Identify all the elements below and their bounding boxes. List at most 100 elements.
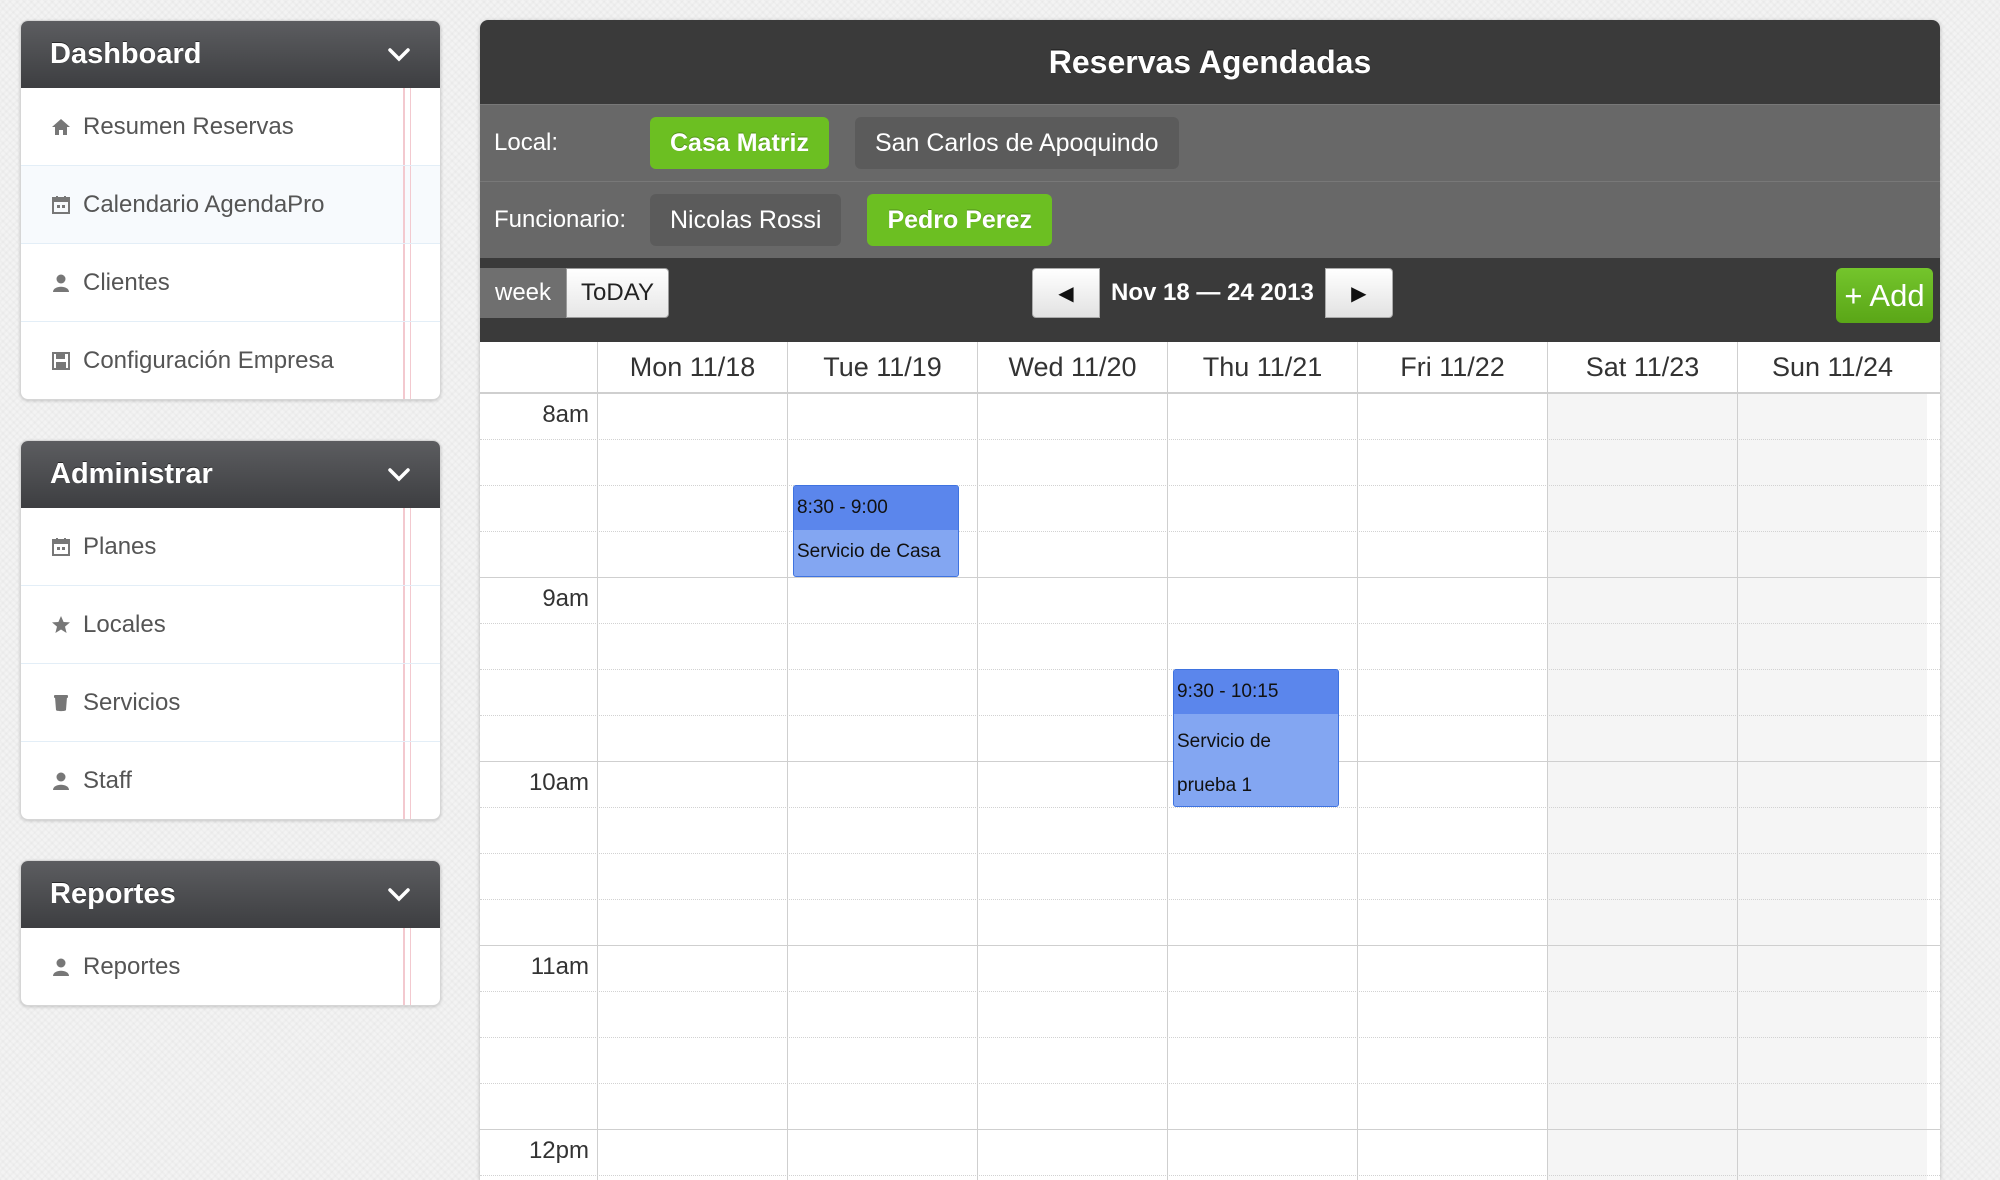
- date-range-label: Nov 18 — 24 2013: [1111, 279, 1314, 306]
- day-column[interactable]: [1737, 393, 1927, 1180]
- sidebar-item-label: Staff: [83, 766, 132, 794]
- slot-line: [480, 1129, 1940, 1130]
- view-switch: week ToDAY: [480, 268, 669, 318]
- local-filter: Local: Casa Matriz San Carlos de Apoquind…: [480, 104, 1940, 181]
- slot-line: [480, 1083, 1940, 1084]
- slot-line: [480, 577, 1940, 578]
- hour-label: 8am: [542, 401, 589, 428]
- day-header: Mon 11/18: [598, 342, 788, 392]
- funcionario-option-nicolas-rossi[interactable]: Nicolas Rossi: [650, 194, 842, 246]
- slot-line: [480, 899, 1940, 900]
- star-icon: [51, 615, 71, 635]
- sidebar-item-locales[interactable]: Locales: [21, 586, 440, 664]
- user-icon: [51, 957, 71, 977]
- save-icon: [51, 351, 71, 371]
- chevron-down-icon[interactable]: [384, 460, 414, 490]
- sidebar-item-label: Servicios: [83, 688, 181, 716]
- chevron-down-icon[interactable]: [384, 40, 414, 70]
- day-column[interactable]: [597, 393, 787, 1180]
- sidebar-item-label: Reportes: [83, 952, 181, 980]
- calendar-title: Reservas Agendadas: [480, 20, 1940, 104]
- reservation-event[interactable]: 8:30 - 9:00 Servicio de Casa: [793, 485, 959, 577]
- slot-line: [480, 1175, 1940, 1176]
- event-time: 8:30 - 9:00: [794, 486, 958, 530]
- event-time: 9:30 - 10:15: [1174, 670, 1338, 714]
- dashboard-panel: Dashboard Resumen Reservas Calendario Age…: [20, 20, 441, 400]
- sidebar-item-label: Clientes: [83, 268, 170, 296]
- prev-week-button[interactable]: ◀: [1032, 268, 1100, 318]
- sidebar-item-clientes[interactable]: Clientes: [21, 244, 440, 322]
- reportes-panel-header[interactable]: Reportes: [21, 861, 440, 928]
- slot-line: [480, 623, 1940, 624]
- dashboard-panel-title: Dashboard: [50, 38, 202, 70]
- slot-line: [480, 807, 1940, 808]
- day-header: Thu 11/21: [1168, 342, 1358, 392]
- header-gutter: [480, 342, 598, 392]
- sidebar-item-planes[interactable]: Planes: [21, 508, 440, 586]
- reservation-event[interactable]: 9:30 - 10:15 Servicio de prueba 1: [1173, 669, 1339, 807]
- local-label: Local:: [494, 129, 559, 156]
- sidebar-item-label: Configuración Empresa: [83, 346, 334, 374]
- calendar-icon: [51, 195, 71, 215]
- day-column[interactable]: [1357, 393, 1547, 1180]
- sidebar-item-configuraci-n-empresa[interactable]: Configuración Empresa: [21, 322, 440, 399]
- administrar-panel-title: Administrar: [50, 458, 213, 490]
- cup-icon: [51, 693, 71, 713]
- today-button[interactable]: ToDAY: [566, 268, 669, 318]
- administrar-panel-header[interactable]: Administrar: [21, 441, 440, 508]
- time-grid[interactable]: 8am 9am 10am 11am 12pm 8:30 - 9:00 Servicio d…: [480, 393, 1940, 1180]
- sidebar-item-calendario-agendapro[interactable]: Calendario AgendaPro: [21, 166, 440, 244]
- day-column[interactable]: [977, 393, 1167, 1180]
- local-option-casa-matriz[interactable]: Casa Matriz: [650, 117, 829, 169]
- calendar-toolbar: week ToDAY ◀ Nov 18 — 24 2013 ▶ + Add: [480, 258, 1940, 342]
- hour-label: 11am: [530, 953, 589, 980]
- slot-line: [480, 393, 1940, 394]
- funcionario-label: Funcionario:: [494, 206, 627, 233]
- week-grid: Mon 11/18 Tue 11/19 Wed 11/20 Thu 11/21 Fri …: [480, 342, 1940, 1180]
- event-title: Servicio de Casa: [797, 541, 941, 562]
- arrow-right-icon: ▶: [1351, 282, 1367, 305]
- sidebar-item-label: Planes: [83, 532, 157, 560]
- add-reservation-button[interactable]: + Add: [1836, 268, 1933, 323]
- sidebar-item-reportes[interactable]: Reportes: [21, 928, 440, 1005]
- arrow-left-icon: ◀: [1058, 282, 1074, 305]
- hour-label: 10am: [528, 769, 589, 796]
- sidebar-item-label: Calendario AgendaPro: [83, 190, 325, 218]
- administrar-panel: Administrar Planes Locales Servicios Staff: [20, 440, 441, 820]
- calendar-icon: [51, 537, 71, 557]
- slot-line: [480, 531, 1940, 532]
- slot-line: [480, 853, 1940, 854]
- slot-line: [480, 439, 1940, 440]
- user-icon: [51, 771, 71, 791]
- sidebar-item-servicios[interactable]: Servicios: [21, 664, 440, 742]
- sidebar-item-staff[interactable]: Staff: [21, 742, 440, 819]
- funcionario-option-pedro-perez[interactable]: Pedro Perez: [867, 194, 1052, 246]
- sidebar-item-resumen-reservas[interactable]: Resumen Reservas: [21, 88, 440, 166]
- day-header: Wed 11/20: [978, 342, 1168, 392]
- week-view-button[interactable]: week: [480, 268, 567, 318]
- home-icon: [51, 117, 71, 137]
- event-title: Servicio de prueba 1: [1177, 731, 1271, 796]
- user-icon: [51, 273, 71, 293]
- day-header-row: Mon 11/18 Tue 11/19 Wed 11/20 Thu 11/21 Fri …: [480, 342, 1940, 393]
- slot-line: [480, 991, 1940, 992]
- sidebar-item-label: Locales: [83, 610, 166, 638]
- local-option-san-carlos-de-apoquindo[interactable]: San Carlos de Apoquindo: [854, 117, 1179, 169]
- funcionario-filter: Funcionario: Nicolas Rossi Pedro Perez: [480, 181, 1940, 258]
- next-week-button[interactable]: ▶: [1324, 268, 1393, 318]
- hour-label: 9am: [542, 585, 589, 612]
- time-gutter: 8am 9am 10am 11am 12pm: [480, 393, 598, 1180]
- date-navigation: ◀ Nov 18 — 24 2013 ▶: [1032, 268, 1393, 318]
- sidebar-item-label: Resumen Reservas: [83, 112, 294, 140]
- slot-line: [480, 1037, 1940, 1038]
- reportes-panel: Reportes Reportes: [20, 860, 441, 1006]
- day-header: Tue 11/19: [788, 342, 978, 392]
- calendar-panel: Reservas Agendadas Local: Casa Matriz San…: [480, 20, 1940, 1180]
- hour-label: 12pm: [528, 1137, 589, 1164]
- dashboard-panel-header[interactable]: Dashboard: [21, 21, 440, 88]
- slot-line: [480, 485, 1940, 486]
- day-column[interactable]: [1547, 393, 1737, 1180]
- day-header: Fri 11/22: [1358, 342, 1548, 392]
- reportes-panel-title: Reportes: [50, 878, 176, 910]
- chevron-down-icon[interactable]: [384, 880, 414, 910]
